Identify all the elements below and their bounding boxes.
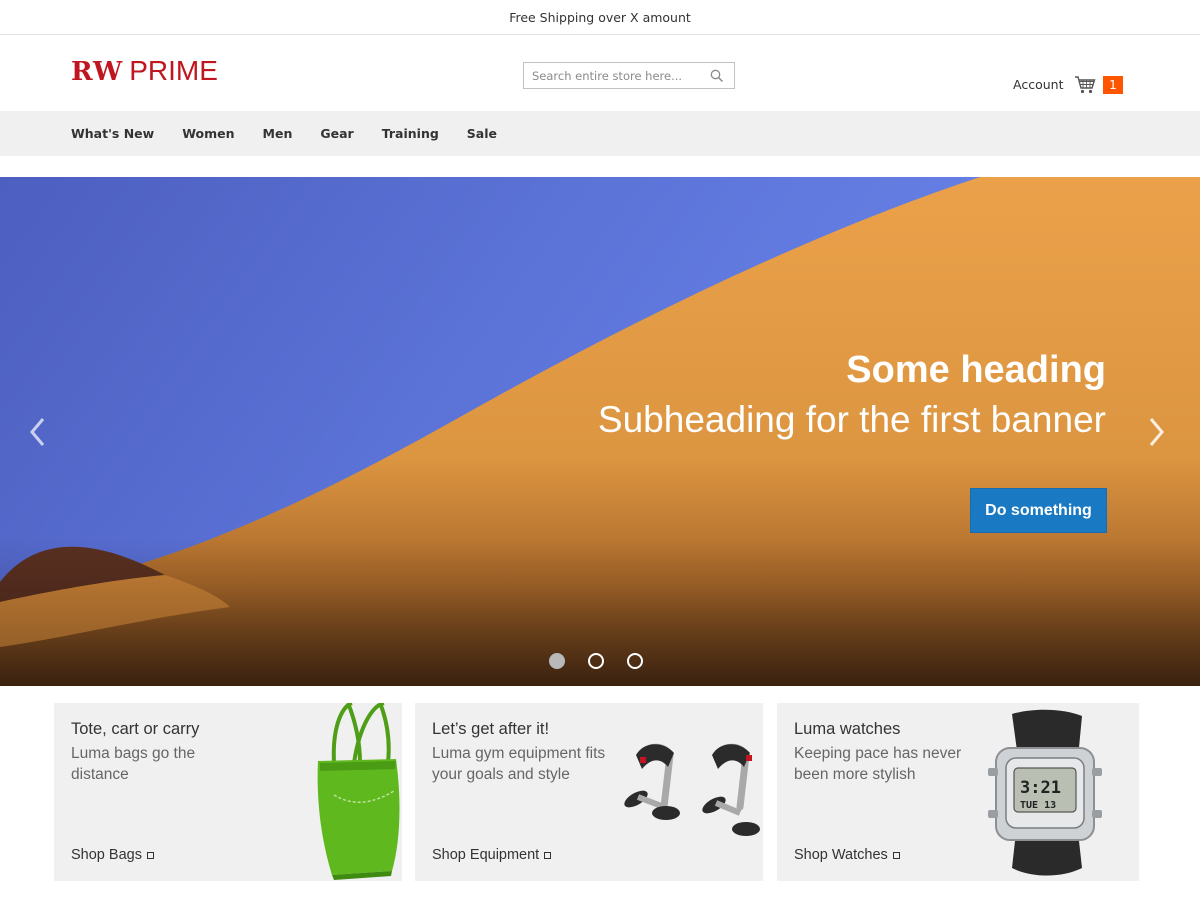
- shop-equipment-link[interactable]: Shop Equipment: [432, 847, 552, 863]
- nav-item-men[interactable]: Men: [263, 126, 293, 141]
- logo-prime: PRIME: [129, 55, 218, 86]
- tile-title: Tote, cart or carry: [71, 720, 200, 738]
- search-input[interactable]: [532, 68, 702, 83]
- watch-day: TUE 13: [1020, 800, 1056, 811]
- shop-bags-link[interactable]: Shop Bags: [71, 847, 154, 863]
- tile-title: Let’s get after it!: [432, 720, 550, 738]
- nav-item-sale[interactable]: Sale: [467, 126, 497, 141]
- chevron-left-icon[interactable]: [26, 415, 50, 449]
- external-link-icon: [544, 851, 552, 859]
- digital-watch-icon: 3:21 TUE 13: [988, 709, 1102, 876]
- pushup-bars-icon: [624, 743, 760, 836]
- store-logo[interactable]: RW PRIME: [71, 55, 218, 87]
- promo-bar: Free Shipping over X amount: [0, 0, 1200, 35]
- shop-watches-link[interactable]: Shop Watches: [794, 847, 900, 863]
- slider-dots: [549, 653, 666, 669]
- tile-link-label: Shop Bags: [71, 847, 142, 863]
- chevron-right-icon[interactable]: [1144, 415, 1168, 449]
- search-box: [523, 62, 735, 89]
- tile-subtitle: Keeping pace has never been more stylish: [794, 745, 962, 783]
- slider-dot-3[interactable]: [627, 653, 643, 669]
- main-nav: What's New Women Men Gear Training Sale: [0, 111, 1200, 156]
- account-link[interactable]: Account: [1013, 77, 1063, 92]
- tile-link-label: Shop Equipment: [432, 847, 540, 863]
- nav-item-women[interactable]: Women: [182, 126, 234, 141]
- tile-subtitle: Luma gym equipment fits your goals and s…: [432, 745, 606, 783]
- site-header: RW PRIME Account 1: [0, 35, 1200, 111]
- hero-banner: Some heading Subheading for the first ba…: [0, 177, 1200, 686]
- nav-item-gear[interactable]: Gear: [320, 126, 353, 141]
- nav-item-whats-new[interactable]: What's New: [71, 126, 154, 141]
- promo-tile-watches[interactable]: 3:21 TUE 13 Luma watches Keeping pace ha…: [777, 703, 1139, 881]
- tile-link-label: Shop Watches: [794, 847, 888, 863]
- search-icon[interactable]: [710, 69, 724, 83]
- hero-subheading: Subheading for the first banner: [597, 399, 1106, 440]
- slider-dot-1[interactable]: [549, 653, 565, 669]
- tile-title: Luma watches: [794, 720, 901, 738]
- external-link-icon: [892, 851, 900, 859]
- watch-time: 3:21: [1020, 778, 1061, 798]
- slider-dot-2[interactable]: [588, 653, 604, 669]
- tile-subtitle: Luma bags go the distance: [71, 745, 196, 783]
- nav-item-training[interactable]: Training: [382, 126, 439, 141]
- external-link-icon: [146, 851, 154, 859]
- promo-tile-equipment[interactable]: Let’s get after it! Luma gym equipment f…: [415, 703, 763, 881]
- green-tote-bag-icon: [317, 703, 400, 880]
- promo-tile-bags[interactable]: Tote, cart or carry Luma bags go the dis…: [54, 703, 402, 881]
- logo-rw: RW: [71, 57, 124, 87]
- cart-icon[interactable]: [1074, 75, 1096, 95]
- hero-cta-button[interactable]: Do something: [970, 488, 1107, 533]
- promo-text: Free Shipping over X amount: [509, 9, 691, 25]
- cart-count-badge[interactable]: 1: [1103, 76, 1123, 94]
- hero-heading: Some heading: [846, 349, 1106, 391]
